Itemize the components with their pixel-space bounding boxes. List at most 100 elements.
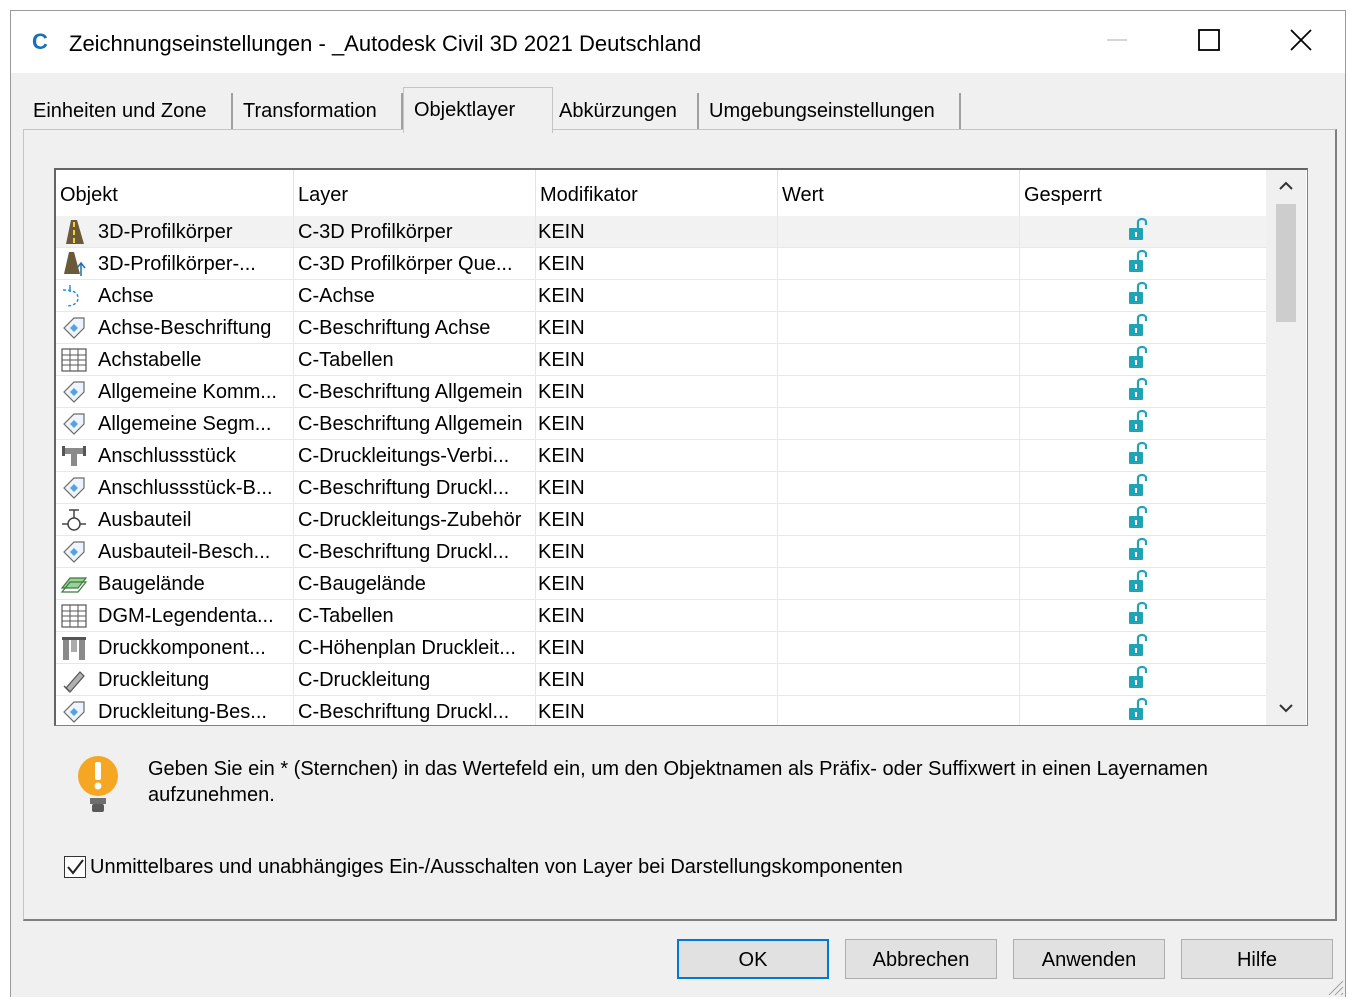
unlocked-padlock-icon[interactable] [1128, 536, 1150, 568]
unlocked-padlock-icon[interactable] [1128, 216, 1150, 248]
close-button[interactable] [1255, 11, 1347, 73]
table-row[interactable]: Baugelände C-Baugelände KEIN [56, 568, 1266, 600]
table-row[interactable]: Achstabelle C-Tabellen KEIN [56, 344, 1266, 376]
independent-layer-toggle[interactable]: Unmittelbares und unabhängiges Ein-/Auss… [64, 852, 903, 882]
cell-objekt[interactable]: Ausbauteil [56, 504, 294, 536]
cell-objekt[interactable]: Achstabelle [56, 344, 294, 376]
unlocked-padlock-icon[interactable] [1128, 600, 1150, 632]
cell-wert[interactable] [778, 504, 1020, 536]
unlocked-padlock-icon[interactable] [1128, 664, 1150, 696]
ok-button[interactable]: OK [677, 939, 829, 979]
unlocked-padlock-icon[interactable] [1128, 504, 1150, 536]
cell-wert[interactable] [778, 376, 1020, 408]
unlocked-padlock-icon[interactable] [1128, 312, 1150, 344]
tab-objektlayer[interactable]: Objektlayer [403, 87, 553, 133]
cell-modifikator[interactable]: KEIN [536, 600, 778, 632]
table-row[interactable]: Anschlussstück C-Druckleitungs-Verbi... KE… [56, 440, 1266, 472]
table-row[interactable]: Anschlussstück-B... C-Beschriftung Druckl… [56, 472, 1266, 504]
cell-gesperrt[interactable] [1020, 440, 1266, 472]
cell-wert[interactable] [778, 248, 1020, 280]
cell-wert[interactable] [778, 216, 1020, 248]
cell-wert[interactable] [778, 280, 1020, 312]
scroll-up-button[interactable] [1266, 170, 1306, 204]
cell-objekt[interactable]: Baugelände [56, 568, 294, 600]
cell-gesperrt[interactable] [1020, 696, 1266, 725]
unlocked-padlock-icon[interactable] [1128, 408, 1150, 440]
column-header-layer[interactable]: Layer [294, 170, 536, 216]
cell-objekt[interactable]: Druckleitung [56, 664, 294, 696]
tab-abkuerzungen[interactable]: Abkürzungen [549, 93, 699, 131]
table-row[interactable]: Allgemeine Segm... C-Beschriftung Allgeme… [56, 408, 1266, 440]
cell-modifikator[interactable]: KEIN [536, 344, 778, 376]
cell-layer[interactable]: C-Druckleitungs-Verbi... [294, 440, 536, 472]
cell-modifikator[interactable]: KEIN [536, 248, 778, 280]
cell-wert[interactable] [778, 696, 1020, 725]
cell-objekt[interactable]: DGM-Legendenta... [56, 600, 294, 632]
unlocked-padlock-icon[interactable] [1128, 376, 1150, 408]
maximize-button[interactable] [1163, 11, 1255, 73]
cell-gesperrt[interactable] [1020, 504, 1266, 536]
cell-objekt[interactable]: Achse [56, 280, 294, 312]
unlocked-padlock-icon[interactable] [1128, 696, 1150, 725]
cell-wert[interactable] [778, 408, 1020, 440]
column-header-wert[interactable]: Wert [778, 170, 1020, 216]
apply-button[interactable]: Anwenden [1013, 939, 1165, 979]
cell-modifikator[interactable]: KEIN [536, 216, 778, 248]
cell-modifikator[interactable]: KEIN [536, 312, 778, 344]
table-row[interactable]: 3D-Profilkörper-... C-3D Profilkörper Que… [56, 248, 1266, 280]
cell-modifikator[interactable]: KEIN [536, 632, 778, 664]
independent-layer-checkbox[interactable] [64, 856, 86, 878]
help-button[interactable]: Hilfe [1181, 939, 1333, 979]
cell-layer[interactable]: C-Druckleitung [294, 664, 536, 696]
table-row[interactable]: Ausbauteil C-Druckleitungs-Zubehör KEIN [56, 504, 1266, 536]
column-header-objekt[interactable]: Objekt [56, 170, 294, 216]
cell-objekt[interactable]: Druckkomponent... [56, 632, 294, 664]
cell-objekt[interactable]: Ausbauteil-Besch... [56, 536, 294, 568]
cell-layer[interactable]: C-Beschriftung Allgemein [294, 408, 536, 440]
cell-layer[interactable]: C-Baugelände [294, 568, 536, 600]
tab-umgebungseinstellungen[interactable]: Umgebungseinstellungen [699, 93, 961, 131]
unlocked-padlock-icon[interactable] [1128, 344, 1150, 376]
cell-layer[interactable]: C-Beschriftung Achse [294, 312, 536, 344]
cell-layer[interactable]: C-Beschriftung Allgemein [294, 376, 536, 408]
cell-objekt[interactable]: 3D-Profilkörper [56, 216, 294, 248]
cell-wert[interactable] [778, 312, 1020, 344]
cell-modifikator[interactable]: KEIN [536, 280, 778, 312]
table-row[interactable]: Allgemeine Komm... C-Beschriftung Allgeme… [56, 376, 1266, 408]
tab-transformation[interactable]: Transformation [233, 93, 403, 131]
cell-modifikator[interactable]: KEIN [536, 408, 778, 440]
cell-wert[interactable] [778, 344, 1020, 376]
cell-layer[interactable]: C-Beschriftung Druckl... [294, 696, 536, 725]
cell-objekt[interactable]: 3D-Profilkörper-... [56, 248, 294, 280]
unlocked-padlock-icon[interactable] [1128, 280, 1150, 312]
cell-gesperrt[interactable] [1020, 280, 1266, 312]
table-row[interactable]: 3D-Profilkörper C-3D Profilkörper KEIN [56, 216, 1266, 248]
cell-gesperrt[interactable] [1020, 536, 1266, 568]
column-header-gesperrt[interactable]: Gesperrt [1020, 170, 1266, 216]
cell-modifikator[interactable]: KEIN [536, 504, 778, 536]
resize-grip-icon[interactable] [1323, 975, 1345, 997]
cell-layer[interactable]: C-Beschriftung Druckl... [294, 472, 536, 504]
cell-wert[interactable] [778, 632, 1020, 664]
cell-objekt[interactable]: Achse-Beschriftung [56, 312, 294, 344]
cell-modifikator[interactable]: KEIN [536, 472, 778, 504]
cell-layer[interactable]: C-Beschriftung Druckl... [294, 536, 536, 568]
unlocked-padlock-icon[interactable] [1128, 632, 1150, 664]
cell-gesperrt[interactable] [1020, 344, 1266, 376]
object-layer-grid[interactable]: Objekt Layer Modifikator Wert Gesperrt 3… [54, 168, 1308, 726]
table-row[interactable]: Druckkomponent... C-Höhenplan Druckleit..… [56, 632, 1266, 664]
cell-wert[interactable] [778, 568, 1020, 600]
cell-gesperrt[interactable] [1020, 664, 1266, 696]
cell-wert[interactable] [778, 440, 1020, 472]
cell-gesperrt[interactable] [1020, 600, 1266, 632]
cell-gesperrt[interactable] [1020, 312, 1266, 344]
cell-wert[interactable] [778, 536, 1020, 568]
cell-gesperrt[interactable] [1020, 216, 1266, 248]
table-row[interactable]: Druckleitung C-Druckleitung KEIN [56, 664, 1266, 696]
cell-modifikator[interactable]: KEIN [536, 376, 778, 408]
cell-objekt[interactable]: Druckleitung-Bes... [56, 696, 294, 725]
cell-wert[interactable] [778, 664, 1020, 696]
cell-layer[interactable]: C-3D Profilkörper Que... [294, 248, 536, 280]
unlocked-padlock-icon[interactable] [1128, 568, 1150, 600]
cancel-button[interactable]: Abbrechen [845, 939, 997, 979]
